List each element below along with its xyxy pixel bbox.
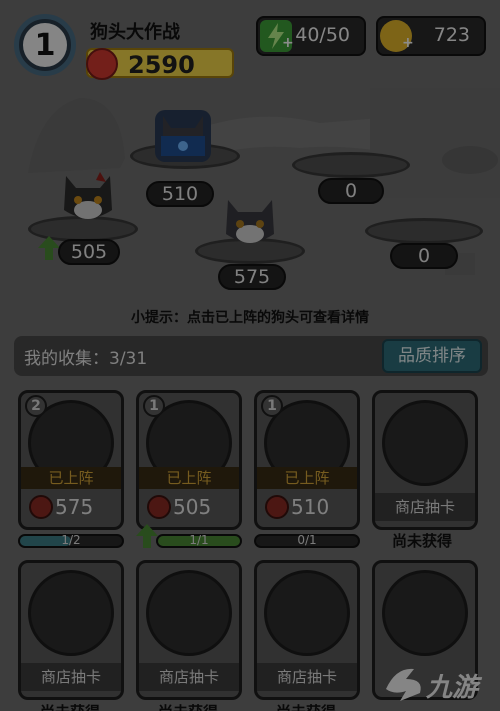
unobtained-label: 尚未获得 [392,532,453,550]
count-badge: 1 [143,395,165,417]
dog-portrait [146,570,232,656]
fist-icon [29,495,53,519]
dog-head-gray[interactable] [222,196,278,248]
field-hole[interactable] [365,218,483,244]
game-title: 狗头大作战 [90,22,180,43]
count-badge: 1 [261,395,283,417]
power-value: 575 [55,495,94,519]
progress-text: 1/2 [61,533,81,547]
dog-portrait [382,400,468,486]
dog-card[interactable]: 1 已上阵 510 [254,390,360,530]
upgrade-arrow-icon [38,236,60,260]
score-value: 2590 [128,51,195,79]
dog-card[interactable]: 2 已上阵 575 [18,390,124,530]
quality-sort-button[interactable]: 品质排序 [382,339,482,373]
game-screen: 1 狗头大作战 2590 + 40/50 + 723 510 0 505 575… [0,0,500,711]
dog-portrait [264,570,350,656]
unobtained-label: 尚未获得 [276,701,336,711]
progress-text: 0/1 [297,533,317,547]
status-label: 已上阵 [21,467,121,489]
shop-draw-label: 商店抽卡 [139,663,239,691]
shop-draw-label: 商店抽卡 [257,663,357,691]
dog-card-locked[interactable]: 商店抽卡 [18,560,124,700]
progress-bar: 1/1 [156,533,242,548]
fist-icon [265,495,289,519]
status-label: 已上阵 [139,467,239,489]
slot-value: 510 [146,181,214,207]
dog-card-locked[interactable]: 商店抽卡 [136,560,242,700]
battle-field: 510 0 505 575 0 [0,88,500,308]
watermark-text: 九游 [426,673,479,703]
energy-pill[interactable]: + 40/50 [256,16,366,56]
dog-portrait [28,570,114,656]
coin-value: 723 [433,24,470,46]
status-label: 已上阵 [257,467,357,489]
slot-value: 575 [218,264,286,290]
slot-value: 505 [58,239,120,265]
fist-icon [86,48,118,80]
energy-value: 40/50 [295,24,350,46]
unobtained-label: 尚未获得 [40,701,100,711]
hint-text: 小提示：点击已上阵的狗头可查看详情 [131,310,369,326]
progress-bar: 1/2 [18,533,124,548]
dog-card-locked[interactable]: 商店抽卡 [372,390,478,530]
level-number: 1 [23,23,67,67]
level-badge[interactable]: 1 [14,14,76,76]
unobtained-label: 尚未获得 [158,701,218,711]
dog-card-locked[interactable]: 商店抽卡 [254,560,360,700]
progress-text: 1/1 [189,533,209,547]
collection-label: 我的收集：3/31 [24,349,148,369]
dog-head-black[interactable] [60,172,116,224]
plus-icon[interactable]: + [282,36,296,50]
shop-draw-label: 商店抽卡 [21,663,121,691]
dog-portrait [382,570,468,656]
power-value: 505 [173,495,212,519]
jiuyou-watermark-logo: 九游 [380,661,490,705]
slot-value: 0 [390,243,458,269]
power-value: 510 [291,495,330,519]
power-row: 575 [21,493,121,521]
dog-head-blue-mask[interactable] [155,110,211,162]
coin-icon: + [380,20,414,52]
dog-card[interactable]: 1 已上阵 505 [136,390,242,530]
count-badge: 2 [25,395,47,417]
slot-value: 0 [318,178,384,204]
lightning-icon: + [260,20,294,52]
collection-header: 我的收集：3/31 品质排序 [14,336,488,376]
shop-draw-label: 商店抽卡 [375,493,475,521]
power-row: 505 [139,493,239,521]
upgrade-arrow-icon [136,524,158,548]
progress-bar: 0/1 [254,533,360,548]
plus-icon[interactable]: + [402,36,416,50]
coin-pill[interactable]: + 723 [376,16,486,56]
fist-icon [147,495,171,519]
score-bar: 2590 [86,48,234,80]
power-row: 510 [257,493,357,521]
field-hole[interactable] [292,152,410,178]
